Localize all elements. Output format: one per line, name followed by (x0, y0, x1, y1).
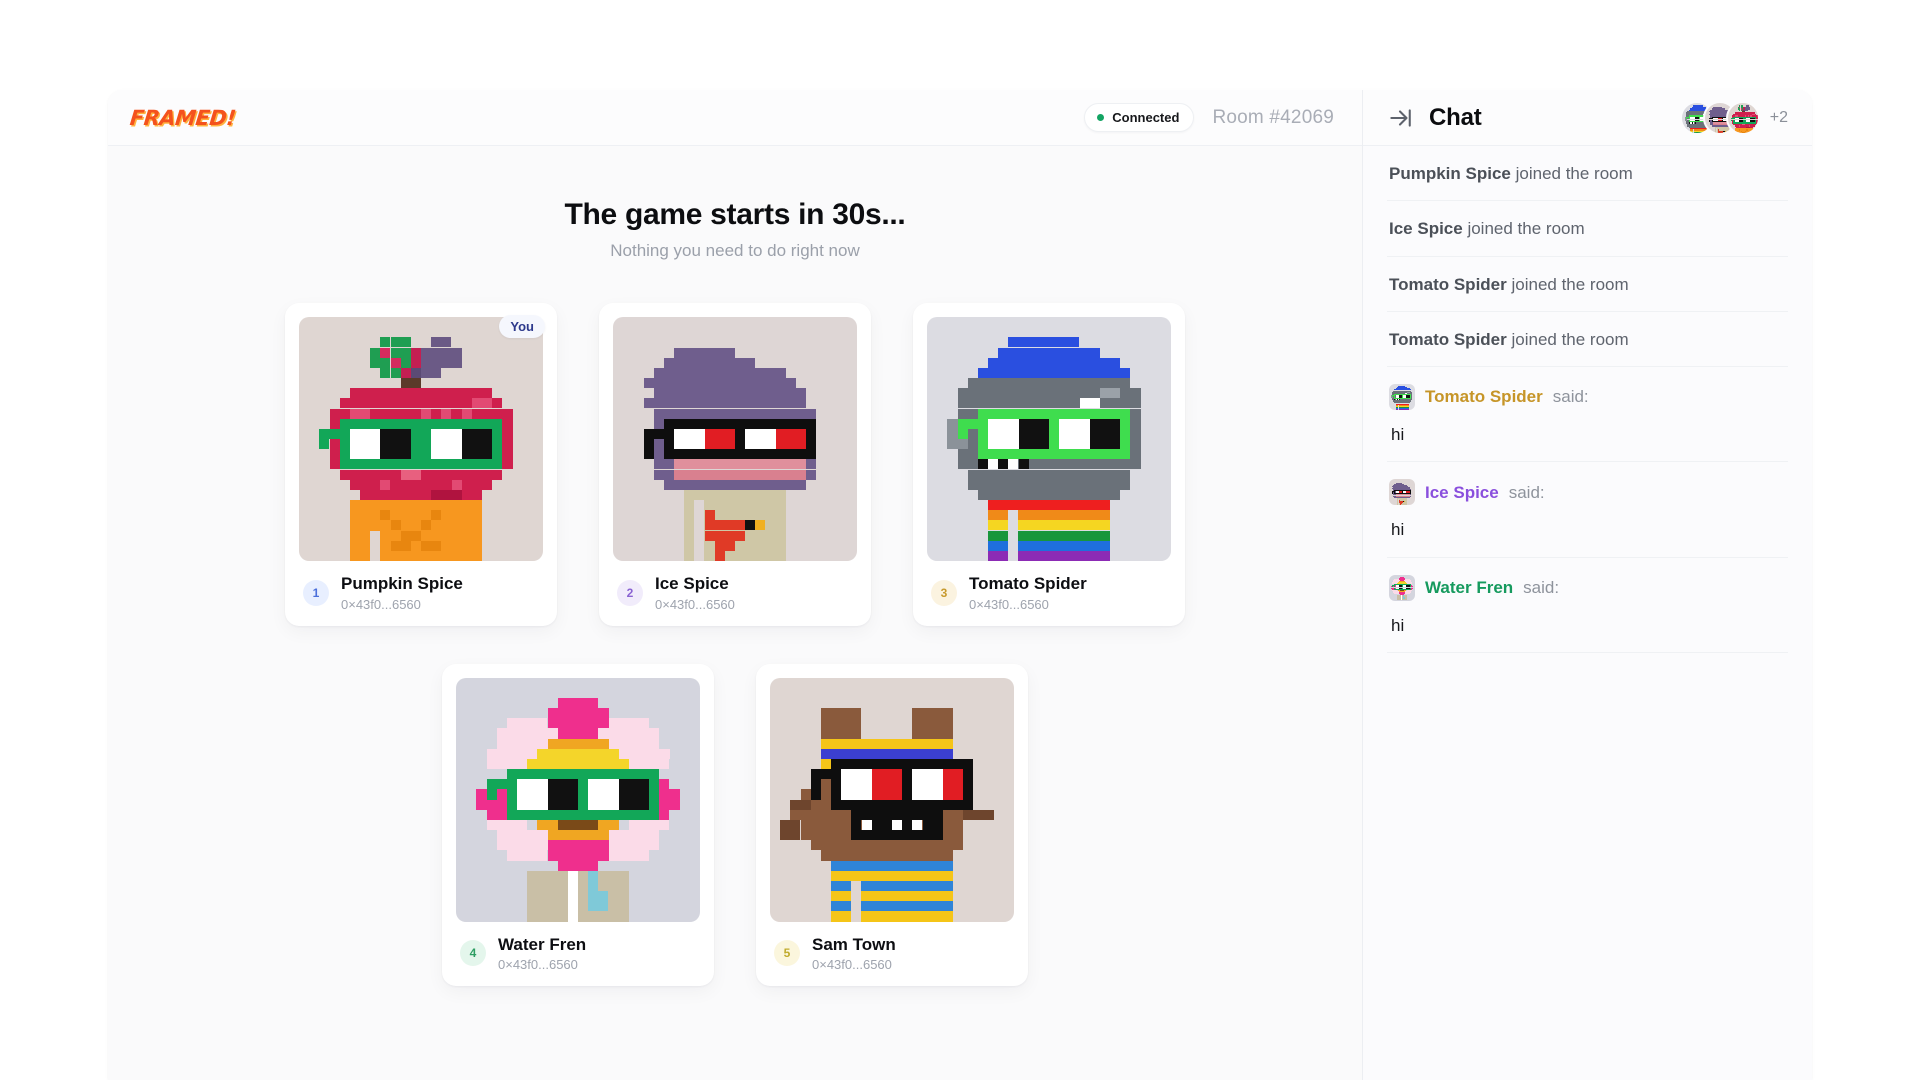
chat-system-message-name: Ice Spice (1389, 219, 1463, 239)
game-body: The game starts in 30s... Nothing you ne… (108, 146, 1362, 1080)
sam-town-avatar (770, 677, 1014, 922)
game-headline: The game starts in 30s... (564, 198, 906, 231)
pumpkin-spice-avatar (299, 317, 543, 561)
chat-participants: +2 (1679, 100, 1788, 135)
player-card[interactable]: 5 Sam Town 0×43f0...6560 (756, 663, 1028, 987)
avatar-stack[interactable] (1679, 100, 1760, 135)
you-badge: You (499, 315, 545, 338)
chat-message-author: Tomato Spider (1425, 387, 1543, 407)
chat-message-author: Water Fren (1425, 577, 1514, 597)
chat-message-header: Tomato Spider said: (1389, 384, 1786, 410)
player-name: Water Fren (498, 934, 587, 954)
player-card-meta: 1 Pumpkin Spice 0×43f0...6560 (299, 561, 543, 614)
avatar-overflow-count: +2 (1769, 108, 1788, 126)
chat-title: Chat (1429, 103, 1482, 131)
player-address: 0×43f0...6560 (341, 596, 421, 612)
top-bar: FRAMED! Connected Room #42069 (108, 90, 1362, 146)
chat-system-message-text: joined the room (1511, 329, 1629, 349)
participant-avatar[interactable] (1725, 100, 1760, 135)
game-subheadline: Nothing you need to do right now (610, 241, 860, 260)
game-pane: FRAMED! Connected Room #42069 The game s… (108, 90, 1363, 1080)
chat-user-message: Water Fren said: hi (1387, 558, 1788, 653)
player-rank-badge: 1 (303, 579, 329, 606)
water-fren-avatar (1389, 574, 1415, 601)
connection-status-dot (1097, 114, 1105, 121)
chat-message-said-suffix: said: (1552, 387, 1589, 407)
player-identity: Water Fren 0×43f0...6560 (498, 935, 586, 973)
player-card-row: 4 Water Fren 0×43f0...6560 5 Sam Town 0×43f0.… (148, 663, 1322, 987)
chat-system-message-name: Pumpkin Spice (1389, 164, 1511, 183)
player-name: Ice Spice (655, 574, 729, 593)
player-rank-badge: 3 (931, 579, 957, 606)
tomato-spider-avatar (1389, 384, 1415, 410)
chat-message-said-suffix: said: (1523, 577, 1560, 597)
player-identity: Ice Spice 0×43f0...6560 (655, 574, 735, 612)
water-fren-avatar (456, 677, 700, 922)
player-rank-badge: 4 (460, 940, 486, 967)
chat-message-list[interactable]: Pumpkin Spice joined the room Ice Spice j… (1363, 146, 1812, 1080)
room-id-label: Room #42069 (1212, 106, 1334, 128)
chat-message-said-suffix: said: (1508, 482, 1545, 502)
chat-system-message-name: Tomato Spider (1389, 329, 1507, 349)
chat-system-message: Tomato Spider joined the room (1387, 257, 1788, 312)
player-identity: Pumpkin Spice 0×43f0...6560 (341, 574, 463, 612)
chat-message-header: Ice Spice said: (1389, 479, 1786, 506)
chat-system-message-name: Tomato Spider (1389, 274, 1507, 294)
player-identity: Sam Town 0×43f0...6560 (812, 935, 896, 973)
ice-spice-avatar (613, 317, 857, 561)
chat-system-message: Ice Spice joined the room (1387, 201, 1788, 257)
player-address: 0×43f0...6560 (969, 596, 1049, 612)
chat-message-header: Water Fren said: (1389, 574, 1786, 601)
chat-message-body: hi (1391, 520, 1405, 540)
tomato-spider-avatar (927, 317, 1171, 561)
player-address: 0×43f0...6560 (655, 596, 735, 612)
player-name: Pumpkin Spice (341, 574, 463, 593)
chat-system-message: Tomato Spider joined the room (1387, 312, 1788, 367)
player-card-row: You 1 Pumpkin Spice 0×43f0...6560 2 Ice Spice… (148, 303, 1322, 626)
player-name: Tomato Spider (969, 574, 1087, 593)
player-card[interactable]: 4 Water Fren 0×43f0...6560 (442, 663, 714, 987)
chat-system-message-text: joined the room (1515, 164, 1633, 183)
chat-user-message: Ice Spice said: hi (1387, 462, 1788, 558)
chat-message-body: hi (1391, 615, 1405, 635)
app-window: FRAMED! Connected Room #42069 The game s… (108, 90, 1812, 1080)
player-card-grid: You 1 Pumpkin Spice 0×43f0...6560 2 Ice Spice… (148, 303, 1322, 987)
player-card-meta: 2 Ice Spice 0×43f0...6560 (613, 561, 857, 614)
chat-user-message: Tomato Spider said: hi (1387, 367, 1788, 463)
chat-system-message-text: joined the room (1511, 274, 1629, 294)
player-rank-badge: 5 (774, 940, 800, 967)
player-name: Sam Town (812, 934, 896, 954)
player-card[interactable]: You 1 Pumpkin Spice 0×43f0...6560 (285, 303, 557, 626)
player-rank-badge: 2 (617, 579, 643, 606)
player-address: 0×43f0...6560 (812, 957, 892, 973)
ice-spice-avatar (1389, 479, 1415, 506)
chat-message-author: Ice Spice (1425, 482, 1499, 502)
chat-message-body: hi (1391, 425, 1405, 444)
chat-system-message-text: joined the room (1467, 219, 1585, 239)
chat-header: Chat +2 (1363, 90, 1812, 146)
player-card[interactable]: 2 Ice Spice 0×43f0...6560 (599, 303, 871, 626)
app-logo[interactable]: FRAMED! (129, 106, 237, 130)
player-address: 0×43f0...6560 (498, 957, 578, 973)
player-card[interactable]: 3 Tomato Spider 0×43f0...6560 (913, 303, 1185, 626)
top-bar-right: Connected Room #42069 (1084, 103, 1334, 132)
player-card-meta: 5 Sam Town 0×43f0...6560 (770, 922, 1014, 975)
chat-system-message: Pumpkin Spice joined the room (1387, 146, 1788, 202)
connection-status-badge: Connected (1084, 103, 1195, 132)
player-card-meta: 4 Water Fren 0×43f0...6560 (456, 922, 700, 975)
arrow-to-line-right-icon[interactable] (1387, 105, 1413, 131)
chat-pane: Chat +2 Pumpkin Spice joined the room Ice… (1363, 90, 1812, 1080)
connection-status-label: Connected (1112, 110, 1180, 125)
player-card-meta: 3 Tomato Spider 0×43f0...6560 (927, 561, 1171, 614)
player-identity: Tomato Spider 0×43f0...6560 (969, 574, 1087, 612)
